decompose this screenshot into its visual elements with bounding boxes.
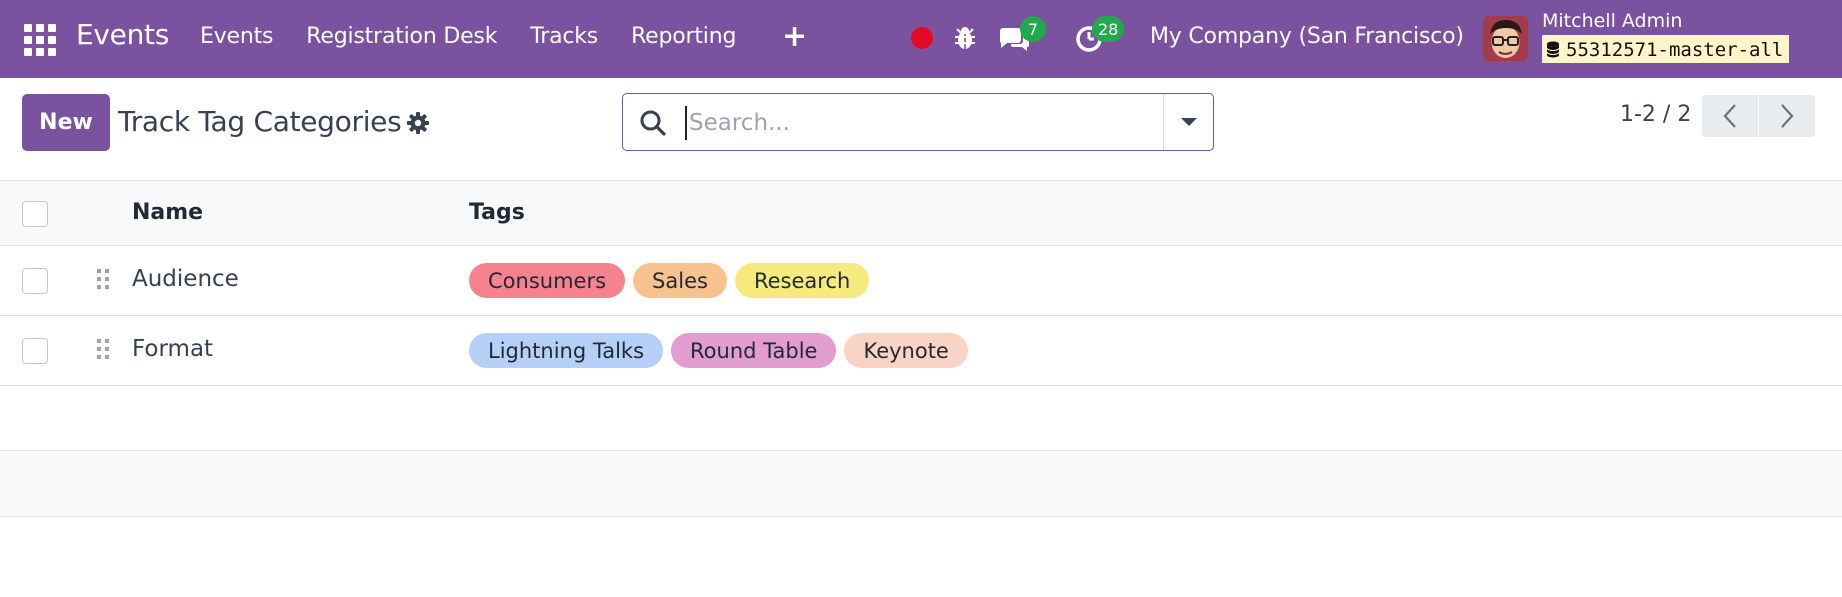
database-icon	[1546, 41, 1560, 58]
search-bar	[622, 93, 1214, 151]
menu-item-registration-desk[interactable]: Registration Desk	[306, 24, 497, 49]
tag-badge: Research	[734, 263, 870, 298]
pager-value[interactable]: 1-2 / 2	[1620, 102, 1691, 127]
search-input[interactable]	[685, 106, 1165, 140]
pager-next-button[interactable]	[1759, 95, 1815, 137]
table-header: Name Tags	[0, 180, 1842, 246]
drag-handle-icon[interactable]	[95, 337, 111, 365]
menu-item-tracks[interactable]: Tracks	[530, 24, 598, 49]
tag-badge: Keynote	[844, 333, 968, 368]
category-name: Audience	[132, 266, 239, 292]
table-row[interactable]: Format Lightning Talks Round Table Keyno…	[0, 316, 1842, 386]
search-options-toggle[interactable]	[1164, 94, 1214, 150]
menu-item-events[interactable]: Events	[200, 24, 273, 49]
search-icon	[640, 110, 666, 136]
new-button[interactable]: New	[22, 94, 110, 151]
user-avatar[interactable]	[1483, 16, 1528, 61]
gear-icon[interactable]	[406, 111, 430, 135]
record-indicator-icon[interactable]	[911, 27, 933, 49]
tag-list: Lightning Talks Round Table Keynote	[469, 333, 968, 368]
database-name-tag: 55312571-master-all	[1542, 35, 1790, 63]
company-switcher[interactable]: My Company (San Francisco)	[1150, 24, 1464, 49]
messages-count-badge[interactable]: 7	[1020, 16, 1046, 42]
main-menu: Events Registration Desk Tracks Reportin…	[200, 24, 769, 49]
drag-handle-icon[interactable]	[95, 267, 111, 295]
tag-badge: Round Table	[671, 333, 837, 368]
column-header-tags[interactable]: Tags	[469, 200, 525, 225]
add-menu-plus-icon[interactable]: +	[782, 19, 807, 54]
chevron-down-icon	[1181, 118, 1197, 126]
user-name[interactable]: Mitchell Admin	[1542, 10, 1682, 32]
row-checkbox[interactable]	[22, 338, 48, 364]
row-checkbox[interactable]	[22, 268, 48, 294]
page-title: Track Tag Categories	[118, 105, 402, 138]
tag-badge: Consumers	[469, 263, 626, 298]
pager-previous-button[interactable]	[1702, 95, 1758, 137]
activities-count-badge[interactable]: 28	[1092, 16, 1125, 42]
debug-bug-icon[interactable]	[953, 25, 977, 51]
category-name: Format	[132, 336, 214, 362]
database-name: 55312571-master-all	[1566, 38, 1784, 61]
column-header-name[interactable]: Name	[132, 200, 203, 225]
menu-item-reporting[interactable]: Reporting	[631, 24, 736, 49]
select-all-checkbox[interactable]	[22, 201, 48, 227]
app-brand[interactable]: Events	[76, 18, 169, 51]
chevron-right-icon	[1781, 104, 1794, 128]
list-view: Name Tags Audience Consumers Sales Resea…	[0, 180, 1842, 517]
empty-row	[0, 451, 1842, 517]
tag-list: Consumers Sales Research	[469, 263, 870, 298]
empty-row	[0, 386, 1842, 451]
app-menu-grid-icon[interactable]	[24, 24, 56, 56]
top-navbar: Events Events Registration Desk Tracks R…	[0, 0, 1842, 78]
tag-badge: Lightning Talks	[469, 333, 664, 368]
tag-badge: Sales	[633, 263, 727, 298]
chevron-left-icon	[1723, 104, 1736, 128]
table-row[interactable]: Audience Consumers Sales Research	[0, 246, 1842, 316]
